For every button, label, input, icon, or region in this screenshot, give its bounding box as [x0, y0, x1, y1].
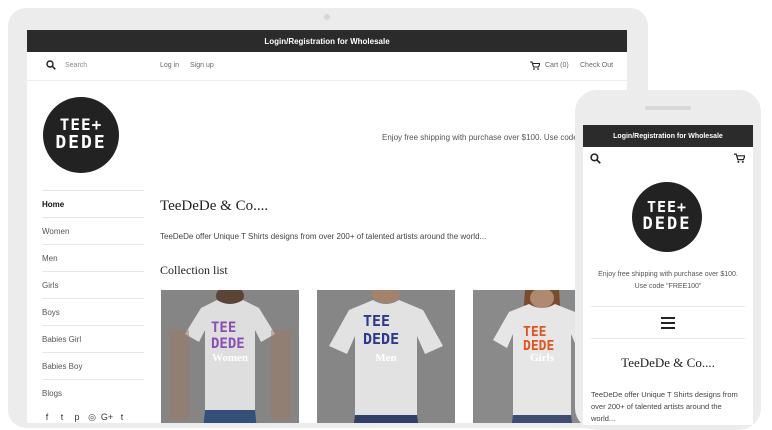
google-plus-icon[interactable]: G+: [101, 412, 113, 422]
twitter-icon[interactable]: t: [57, 412, 67, 422]
brand-logo[interactable]: TEE+ DEDE: [43, 97, 119, 173]
phone-page-description: TeeDeDe offer Unique T Shirts designs fr…: [591, 390, 738, 423]
svg-text:TEE: TEE: [211, 320, 236, 336]
phone-wholesale-link[interactable]: Login/Registration for Wholesale: [583, 125, 753, 147]
collection-card-men[interactable]: TEE DEDE Men: [317, 290, 455, 423]
checkout-link[interactable]: Check Out: [580, 62, 613, 69]
pinterest-icon[interactable]: p: [72, 412, 82, 422]
phone-page-title: TeeDeDe & Co....: [621, 355, 715, 370]
sidebar-item-girls[interactable]: Girls: [42, 271, 144, 298]
divider: [591, 338, 745, 339]
phone-screen: Login/Registration for Wholesale TEE+ DE…: [583, 125, 753, 425]
cart-icon: [530, 61, 540, 70]
laptop-screen: Login/Registration for Wholesale Search …: [27, 30, 627, 423]
social-links: f t p ◎ G+ t: [42, 412, 144, 423]
cart-label: Cart (0): [545, 62, 569, 69]
shipping-notice: Enjoy free shipping with purchase over $…: [382, 133, 578, 142]
top-navigation: Search Log in Sign up Cart (0) Check Out: [27, 52, 627, 81]
search-placeholder: Search: [65, 61, 88, 69]
phone-shipping-notice: Enjoy free shipping with purchase over $…: [589, 269, 747, 293]
sidebar-item-babies-girl[interactable]: Babies Girl: [42, 325, 144, 352]
shipping-line-2: Use code "FREE100": [634, 283, 702, 290]
sidebar-item-babies-boy[interactable]: Babies Boy: [42, 352, 144, 379]
search-icon[interactable]: [590, 153, 601, 164]
facebook-icon[interactable]: f: [42, 412, 52, 422]
sidebar-item-blogs[interactable]: Blogs: [42, 379, 144, 406]
logo-line-2: DEDE: [642, 213, 692, 234]
svg-text:DEDE: DEDE: [363, 330, 399, 348]
sidebar-item-boys[interactable]: Boys: [42, 298, 144, 325]
phone-frame: Login/Registration for Wholesale TEE+ DE…: [575, 90, 761, 430]
svg-text:TEE: TEE: [523, 325, 546, 340]
svg-text:DEDE: DEDE: [211, 336, 245, 352]
page-description: TeeDeDe offer Unique T Shirts designs fr…: [160, 232, 487, 241]
collection-label-women: Women: [211, 352, 249, 364]
search-field[interactable]: Search: [46, 60, 87, 70]
wholesale-link[interactable]: Login/Registration for Wholesale: [27, 30, 627, 52]
collection-label-men: Men: [375, 352, 397, 364]
sidebar-item-men[interactable]: Men: [42, 244, 144, 271]
hamburger-menu-icon[interactable]: [661, 317, 675, 332]
sidebar-item-home[interactable]: Home: [42, 190, 144, 217]
divider: [591, 306, 745, 307]
cart-link[interactable]: Cart (0): [530, 61, 569, 70]
camera-icon: [324, 14, 330, 20]
laptop-frame: Login/Registration for Wholesale Search …: [8, 8, 648, 428]
instagram-icon[interactable]: ◎: [87, 412, 97, 422]
search-icon: [46, 60, 56, 70]
page-title: TeeDeDe & Co....: [160, 198, 269, 214]
cart-icon[interactable]: [734, 153, 745, 163]
logo-line-2: DEDE: [55, 131, 107, 153]
phone-brand-logo[interactable]: TEE+ DEDE: [632, 182, 702, 252]
sidebar-nav: Home Women Men Girls Boys Babies Girl Ba…: [42, 190, 144, 422]
signup-link[interactable]: Sign up: [190, 62, 214, 69]
collection-card-women[interactable]: TEE DEDE Women: [161, 290, 299, 423]
collection-list-heading: Collection list: [160, 263, 228, 277]
sidebar-item-women[interactable]: Women: [42, 217, 144, 244]
login-link[interactable]: Log in: [160, 62, 179, 69]
tumblr-icon[interactable]: t: [117, 412, 127, 422]
svg-text:TEE: TEE: [363, 312, 390, 330]
speaker-icon: [645, 106, 691, 110]
shipping-line-1: Enjoy free shipping with purchase over $…: [598, 271, 738, 278]
